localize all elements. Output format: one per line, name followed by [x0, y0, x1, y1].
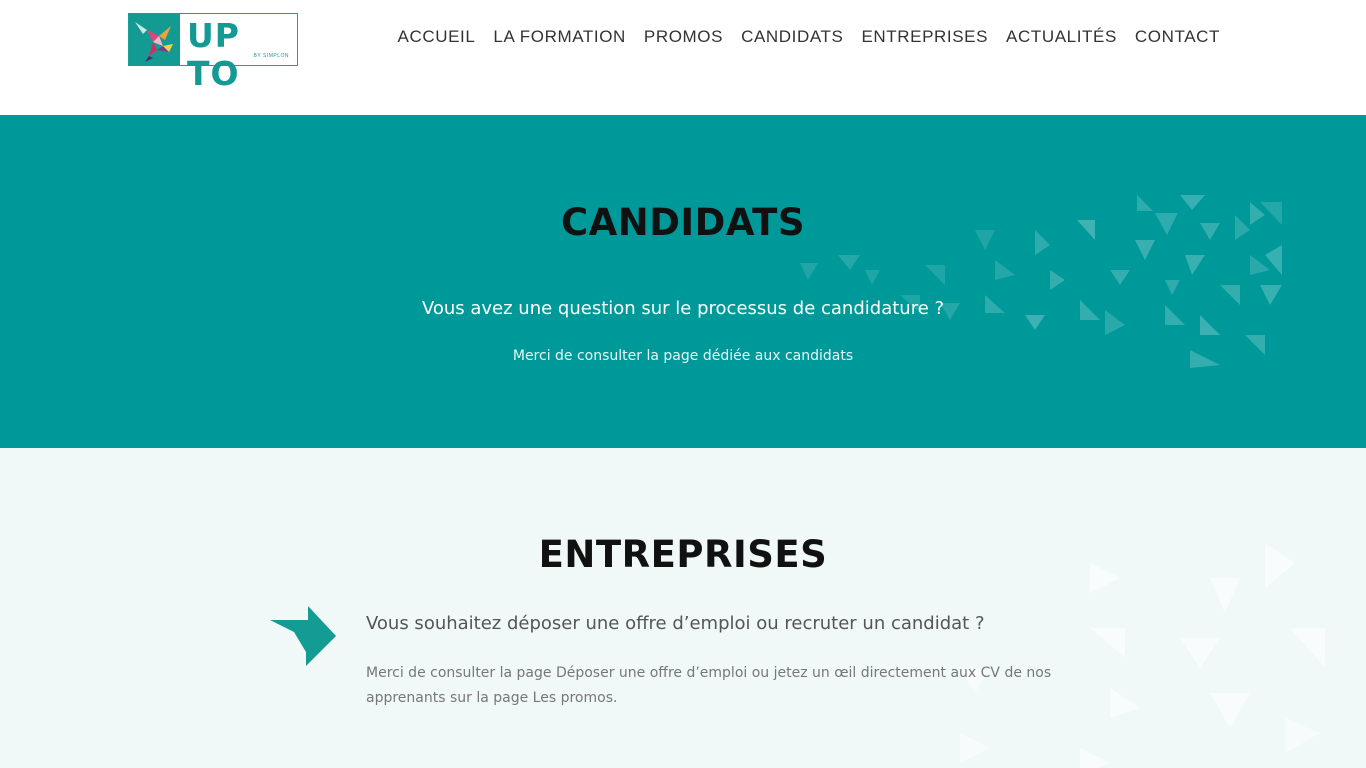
main-nav: ACCUEIL LA FORMATION PROMOS CANDIDATS EN…: [380, 27, 1221, 47]
entreprises-question: Vous souhaitez déposer une offre d’emplo…: [366, 613, 985, 634]
site-logo[interactable]: UP TO BY SIMPLON: [128, 13, 298, 93]
site-header: UP TO BY SIMPLON ACCUEIL LA FORMATION PR…: [0, 0, 1366, 115]
candidats-question: Vous avez une question sur le processus …: [421, 298, 945, 319]
entreprises-info[interactable]: Merci de consulter la page Déposer une o…: [366, 661, 1066, 711]
logo-subtext: BY SIMPLON: [253, 53, 289, 59]
nav-item-actualites[interactable]: ACTUALITÉS: [1006, 27, 1117, 47]
nav-item-contact[interactable]: CONTACT: [1135, 27, 1220, 47]
nav-item-la-formation[interactable]: LA FORMATION: [493, 27, 626, 47]
logo-bird-icon: [129, 14, 180, 65]
candidats-section: CANDIDATS Vous avez une question sur le …: [0, 115, 1366, 448]
nav-item-promos[interactable]: PROMOS: [644, 27, 723, 47]
arrow-chevron-icon: [270, 606, 336, 666]
nav-item-entreprises[interactable]: ENTREPRISES: [861, 27, 988, 47]
nav-item-candidats[interactable]: CANDIDATS: [741, 27, 843, 47]
entreprises-section: ENTREPRISES Vous souhaitez déposer une o…: [0, 448, 1366, 768]
candidats-info[interactable]: Merci de consulter la page dédiée aux ca…: [0, 348, 1366, 364]
candidats-title: CANDIDATS: [560, 201, 806, 244]
nav-item-accueil[interactable]: ACCUEIL: [398, 27, 476, 47]
entreprises-title: ENTREPRISES: [538, 533, 828, 576]
